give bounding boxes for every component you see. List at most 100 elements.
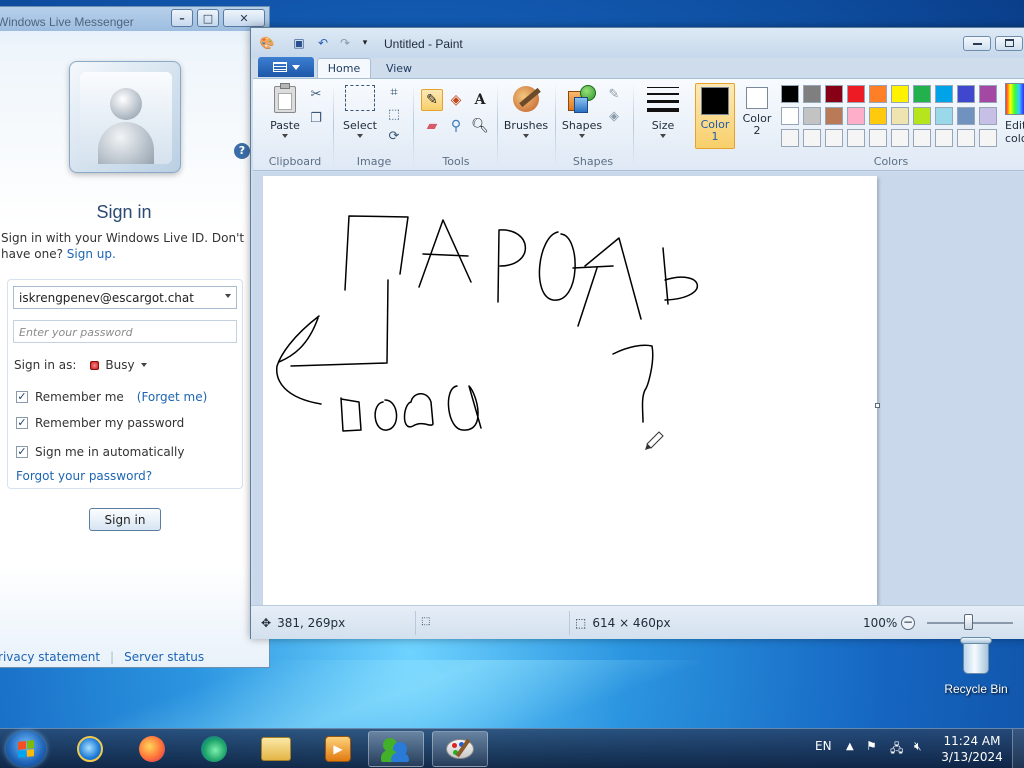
- remember-me-checkbox[interactable]: ✓: [16, 391, 28, 403]
- help-icon[interactable]: ?: [234, 143, 250, 159]
- drawing-canvas[interactable]: [263, 176, 880, 605]
- messenger-titlebar[interactable]: Windows Live Messenger – □ ✕: [0, 7, 269, 31]
- minimize-button[interactable]: –: [171, 9, 193, 27]
- palette-swatch[interactable]: [891, 85, 909, 103]
- cut-icon[interactable]: ✂: [307, 85, 325, 103]
- undo-icon[interactable]: ↶: [315, 35, 331, 51]
- palette-swatch[interactable]: [847, 129, 865, 147]
- chevron-down-icon[interactable]: [225, 294, 231, 298]
- sign-in-automatically-option[interactable]: ✓ Sign me in automatically: [16, 445, 184, 459]
- magnifier-tool[interactable]: 🔍︎: [469, 115, 491, 137]
- crop-icon[interactable]: ⌗: [385, 83, 403, 101]
- palette-swatch[interactable]: [979, 85, 997, 103]
- tab-view[interactable]: View: [375, 58, 423, 78]
- palette-swatch[interactable]: [935, 85, 953, 103]
- avatar[interactable]: [69, 61, 181, 173]
- tab-home[interactable]: Home: [317, 58, 371, 78]
- password-field[interactable]: Enter your password: [13, 320, 237, 343]
- forgot-password-link[interactable]: Forgot your password?: [16, 469, 152, 483]
- palette-swatch[interactable]: [847, 85, 865, 103]
- palette-swatch[interactable]: [935, 129, 953, 147]
- color-picker-tool[interactable]: ⚲: [445, 115, 467, 137]
- action-center-flag-icon[interactable]: ⚑: [866, 739, 877, 753]
- outline-icon[interactable]: ✎: [605, 85, 623, 103]
- palette-swatch[interactable]: [781, 107, 799, 125]
- maximize-button[interactable]: □: [197, 9, 219, 27]
- signup-link[interactable]: Sign up.: [67, 247, 116, 261]
- taskbar-firefox[interactable]: [124, 731, 180, 767]
- palette-swatch[interactable]: [913, 85, 931, 103]
- fill-icon[interactable]: ◈: [605, 107, 623, 125]
- taskbar-media-player[interactable]: ▶: [310, 731, 366, 767]
- canvas-resize-handle[interactable]: [875, 403, 880, 408]
- taskbar-ie[interactable]: [62, 731, 118, 767]
- eraser-tool[interactable]: ▰: [421, 115, 443, 137]
- palette-swatch[interactable]: [979, 129, 997, 147]
- fill-tool[interactable]: ◈: [445, 89, 467, 111]
- paint-minimize-button[interactable]: [963, 36, 991, 51]
- palette-swatch[interactable]: [847, 107, 865, 125]
- taskbar-explorer[interactable]: [248, 731, 304, 767]
- resize-icon[interactable]: ⬚: [385, 105, 403, 123]
- palette-swatch[interactable]: [825, 107, 843, 125]
- palette-swatch[interactable]: [781, 129, 799, 147]
- chevron-down-icon[interactable]: [140, 363, 147, 367]
- volume-muted-icon[interactable]: 🔇︎: [914, 739, 922, 754]
- shapes-button[interactable]: Shapes: [559, 83, 605, 138]
- palette-swatch[interactable]: [891, 107, 909, 125]
- text-tool[interactable]: A: [469, 89, 491, 111]
- rotate-icon[interactable]: ⟳: [385, 127, 403, 145]
- customize-toolbar-icon[interactable]: ▾: [357, 35, 373, 51]
- redo-icon[interactable]: ↷: [337, 35, 353, 51]
- zoom-out-button[interactable]: −: [901, 616, 915, 630]
- save-icon[interactable]: ▣: [291, 35, 307, 51]
- color-1-button[interactable]: Color 1: [695, 83, 735, 149]
- sign-in-automatically-checkbox[interactable]: ✓: [16, 446, 28, 458]
- email-field[interactable]: iskrengpenev@escargot.chat: [13, 286, 237, 309]
- edit-colors-button[interactable]: Edit colors: [1005, 83, 1024, 145]
- taskbar-messenger[interactable]: [368, 731, 424, 767]
- sign-in-button[interactable]: Sign in: [89, 508, 161, 531]
- palette-swatch[interactable]: [957, 107, 975, 125]
- palette-swatch[interactable]: [803, 107, 821, 125]
- server-status-link[interactable]: Server status: [124, 650, 204, 664]
- remember-password-option[interactable]: ✓ Remember my password: [16, 416, 184, 430]
- palette-swatch[interactable]: [891, 129, 909, 147]
- palette-swatch[interactable]: [869, 129, 887, 147]
- palette-swatch[interactable]: [957, 129, 975, 147]
- paint-menu-button[interactable]: [258, 57, 314, 77]
- close-button[interactable]: ✕: [223, 9, 265, 27]
- taskbar-paint[interactable]: [432, 731, 488, 767]
- palette-swatch[interactable]: [957, 85, 975, 103]
- language-indicator[interactable]: EN: [815, 739, 832, 753]
- paint-maximize-button[interactable]: [995, 36, 1023, 51]
- palette-swatch[interactable]: [913, 107, 931, 125]
- palette-swatch[interactable]: [935, 107, 953, 125]
- size-button[interactable]: Size: [641, 83, 685, 138]
- palette-swatch[interactable]: [913, 129, 931, 147]
- palette-swatch[interactable]: [781, 85, 799, 103]
- brushes-button[interactable]: Brushes: [503, 83, 549, 138]
- paint-titlebar[interactable]: 🎨 ▣ ↶ ↷ ▾ Untitled - Paint: [251, 28, 1024, 58]
- copy-icon[interactable]: ❐: [307, 109, 325, 127]
- remember-password-checkbox[interactable]: ✓: [16, 417, 28, 429]
- pencil-tool[interactable]: ✎: [421, 89, 443, 111]
- paint-app-icon[interactable]: 🎨: [259, 35, 275, 51]
- show-hidden-icons[interactable]: ▲: [846, 741, 854, 752]
- recycle-bin-shortcut[interactable]: Recycle Bin: [938, 634, 1014, 696]
- palette-swatch[interactable]: [803, 129, 821, 147]
- palette-swatch[interactable]: [825, 129, 843, 147]
- palette-swatch[interactable]: [869, 85, 887, 103]
- palette-swatch[interactable]: [803, 85, 821, 103]
- color-2-button[interactable]: Color 2: [737, 83, 777, 149]
- palette-swatch[interactable]: [825, 85, 843, 103]
- palette-swatch[interactable]: [979, 107, 997, 125]
- show-desktop-button[interactable]: [1012, 729, 1024, 768]
- privacy-statement-link[interactable]: Privacy statement: [0, 650, 100, 664]
- zoom-slider-thumb[interactable]: [964, 614, 973, 630]
- remember-me-option[interactable]: ✓ Remember me (Forget me): [16, 390, 207, 404]
- paste-button[interactable]: Paste: [265, 83, 305, 138]
- status-selector[interactable]: Sign in as: Busy: [14, 358, 147, 372]
- palette-swatch[interactable]: [869, 107, 887, 125]
- select-button[interactable]: Select: [339, 83, 381, 138]
